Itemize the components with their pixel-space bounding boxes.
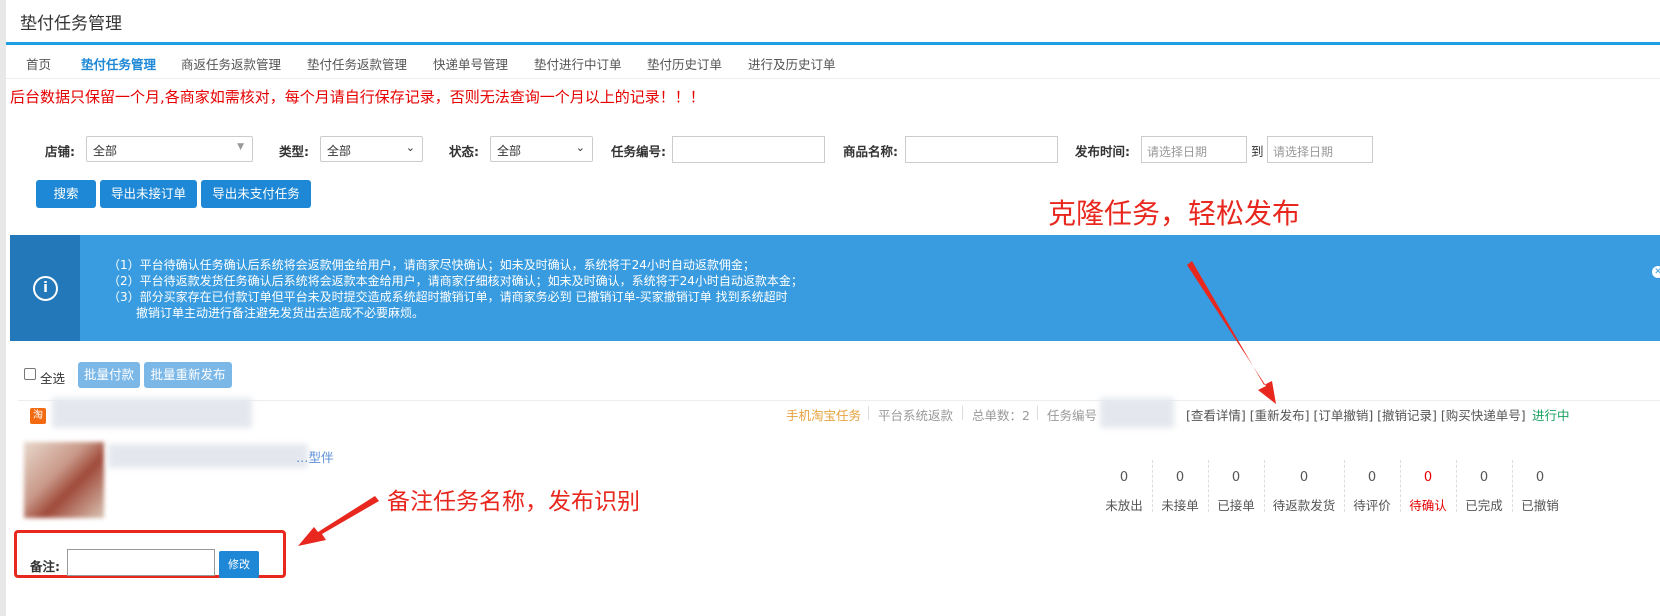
- annotation-arrows: [298, 261, 1276, 546]
- arrow-to-republish: [1187, 261, 1276, 404]
- arrow-to-remark: [298, 496, 379, 546]
